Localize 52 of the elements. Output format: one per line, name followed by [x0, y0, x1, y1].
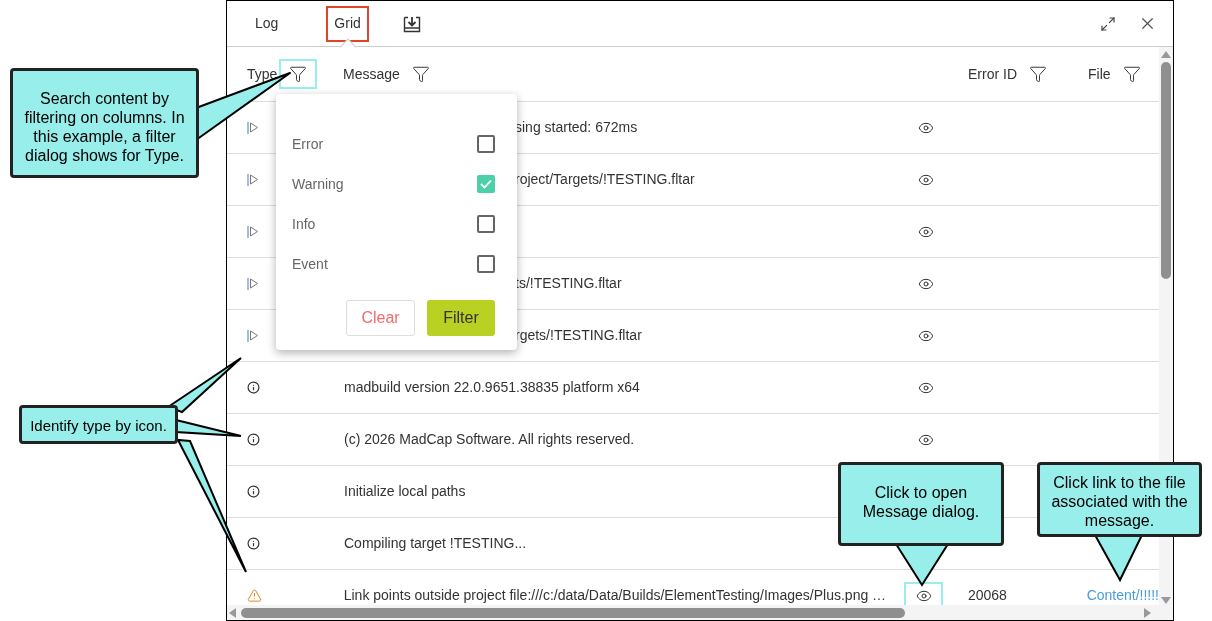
scrollbar-thumb[interactable]	[241, 607, 905, 618]
flag-icon	[247, 276, 259, 291]
scroll-up-icon	[1161, 51, 1171, 58]
scrollbar-thumb[interactable]	[1161, 62, 1171, 279]
checkbox[interactable]	[477, 255, 495, 273]
option-label: Info	[292, 214, 316, 234]
message-text: madbuild version 22.0.9651.38835 platform x64	[344, 379, 640, 395]
expand-button[interactable]	[1100, 15, 1116, 32]
flag-icon	[247, 120, 259, 135]
checkbox[interactable]	[477, 135, 495, 153]
horizontal-scrollbar[interactable]	[227, 605, 1159, 620]
flag-icon	[247, 172, 259, 187]
column-header: Message	[343, 64, 400, 84]
message-text: Initialize local paths	[344, 483, 466, 499]
info-icon	[247, 433, 260, 446]
table-row[interactable]: madbuild version 22.0.9651.38835 platform x64	[227, 362, 1159, 414]
warning-icon	[247, 588, 262, 603]
scroll-right-icon	[1143, 607, 1151, 618]
filter-icon	[1122, 65, 1141, 83]
info-icon	[247, 537, 260, 550]
download-icon	[402, 14, 421, 33]
expand-icon	[1100, 15, 1116, 32]
checkmark-icon	[480, 179, 492, 189]
scroll-left-icon	[229, 607, 237, 618]
filter-icon	[1029, 65, 1047, 83]
message-text: (c) 2026 MadCap Software. All rights reserved.	[344, 431, 635, 447]
column-header: Error ID	[968, 64, 1017, 84]
filter-apply-button[interactable]: Filter	[427, 300, 495, 336]
checkbox[interactable]	[477, 215, 495, 233]
message-text: ts/!TESTING.fltar	[515, 275, 622, 291]
column-header: Type	[247, 64, 278, 84]
message-text: rgets/!TESTING.fltar	[515, 327, 642, 343]
option-label: Error	[292, 134, 324, 154]
callout: Identify type by icon.	[19, 405, 178, 444]
filter-icon	[289, 65, 308, 83]
scroll-down-icon	[1161, 597, 1171, 604]
tab[interactable]: Log	[247, 5, 287, 42]
message-text: Compiling target !TESTING...	[344, 535, 527, 551]
tab[interactable]: Grid	[326, 5, 369, 42]
error-id-text: 20068	[967, 587, 1007, 603]
info-icon	[247, 485, 260, 498]
column-header: File	[1088, 64, 1111, 84]
flag-icon	[247, 328, 259, 343]
info-icon	[247, 381, 260, 394]
message-text: Link points outside project file:///c:/data/Data/Builds/ElementTesting/Images/Plus.png …	[343, 587, 887, 603]
message-text: roject/Targets/!TESTING.fltar	[515, 171, 695, 187]
filter-button[interactable]	[279, 59, 318, 89]
flag-icon	[247, 224, 259, 239]
message-text: sing started: 672ms	[515, 119, 638, 135]
filter-icon	[411, 65, 430, 83]
checkbox[interactable]	[477, 175, 495, 193]
option-label: Warning	[292, 174, 344, 194]
